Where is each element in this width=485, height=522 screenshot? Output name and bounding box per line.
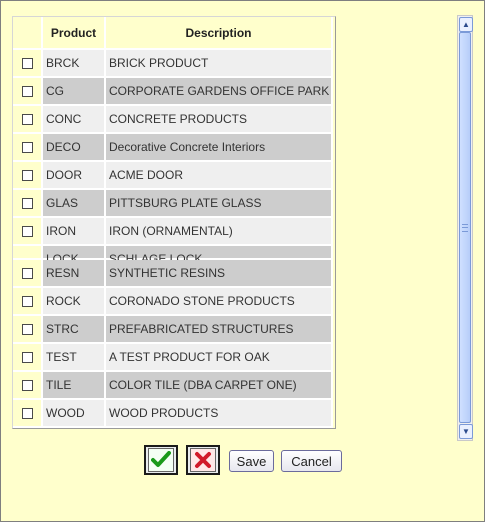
table-row[interactable]: DECO Decorative Concrete Interiors [13,134,335,162]
product-code: BRCK [43,50,106,78]
row-checkbox[interactable] [21,323,33,335]
row-checkbox[interactable] [21,267,33,279]
table-row[interactable]: IRON IRON (ORNAMENTAL) [13,218,335,246]
product-description: ACME DOOR [106,162,333,190]
row-checkbox-cell [13,316,43,344]
scrollbar-thumb[interactable] [459,32,471,423]
scroll-up-icon[interactable]: ▲ [459,17,473,32]
product-description: COLOR TILE (DBA CARPET ONE) [106,372,333,400]
product-description: A TEST PRODUCT FOR OAK [106,344,333,372]
table-row[interactable]: CONC CONCRETE PRODUCTS [13,106,335,134]
product-description: Decorative Concrete Interiors [106,134,333,162]
row-checkbox-cell [13,400,43,428]
row-checkbox[interactable] [21,295,33,307]
row-checkbox[interactable] [21,225,33,237]
row-checkbox[interactable] [21,57,33,69]
product-code: RESN [43,260,106,288]
row-checkbox[interactable] [21,169,33,181]
table-header: Product Description [13,17,335,50]
product-table: Product Description BRCK BRICK PRODUCT C… [12,16,336,429]
row-checkbox-cell [13,218,43,246]
row-checkbox[interactable] [21,197,33,209]
row-checkbox-cell [13,78,43,106]
reject-button[interactable] [186,445,220,475]
row-checkbox-cell [13,344,43,372]
product-description: IRON (ORNAMENTAL) [106,218,333,246]
product-description: BRICK PRODUCT [106,50,333,78]
grip-icon [462,223,468,232]
row-checkbox-cell [13,190,43,218]
product-description: SYNTHETIC RESINS [106,260,333,288]
product-code: LOCK [43,246,106,260]
row-checkbox-cell [13,372,43,400]
row-checkbox-cell [13,50,43,78]
x-icon [190,448,216,472]
header-select [13,17,43,50]
row-checkbox-cell [13,162,43,190]
product-code: CONC [43,106,106,134]
product-description: CORPORATE GARDENS OFFICE PARK [106,78,333,106]
header-product[interactable]: Product [43,17,106,50]
table-row[interactable]: LOCK SCHLAGE LOCK [13,246,335,260]
row-checkbox[interactable] [21,351,33,363]
table-row[interactable]: ROCK CORONADO STONE PRODUCTS [13,288,335,316]
row-checkbox[interactable] [21,379,33,391]
product-description: PREFABRICATED STRUCTURES [106,316,333,344]
row-checkbox[interactable] [21,113,33,125]
row-checkbox-cell [13,260,43,288]
save-button[interactable]: Save [229,450,274,472]
product-code: ROCK [43,288,106,316]
checkmark-icon [148,448,174,472]
row-checkbox[interactable] [21,85,33,97]
row-checkbox-cell [13,106,43,134]
product-code: IRON [43,218,106,246]
table-row[interactable]: BRCK BRICK PRODUCT [13,50,335,78]
product-code: GLAS [43,190,106,218]
row-checkbox[interactable] [21,407,33,419]
row-checkbox-cell [13,246,43,260]
product-description: CORONADO STONE PRODUCTS [106,288,333,316]
confirm-button[interactable] [144,445,178,475]
table-row[interactable]: WOOD WOOD PRODUCTS [13,400,335,428]
table-row[interactable]: TILE COLOR TILE (DBA CARPET ONE) [13,372,335,400]
product-code: TEST [43,344,106,372]
product-code: TILE [43,372,106,400]
table-row[interactable]: CG CORPORATE GARDENS OFFICE PARK [13,78,335,106]
product-description: SCHLAGE LOCK [106,246,333,260]
row-checkbox-cell [13,134,43,162]
product-code: DECO [43,134,106,162]
product-description: PITTSBURG PLATE GLASS [106,190,333,218]
cancel-button[interactable]: Cancel [281,450,342,472]
table-row[interactable]: DOOR ACME DOOR [13,162,335,190]
product-description: WOOD PRODUCTS [106,400,333,428]
scroll-down-icon[interactable]: ▼ [459,424,473,439]
product-code: DOOR [43,162,106,190]
vertical-scrollbar[interactable]: ▲ ▼ [457,15,473,441]
product-description: CONCRETE PRODUCTS [106,106,333,134]
table-row[interactable]: TEST A TEST PRODUCT FOR OAK [13,344,335,372]
product-code: CG [43,78,106,106]
table-row[interactable]: GLAS PITTSBURG PLATE GLASS [13,190,335,218]
product-code: STRC [43,316,106,344]
table-row[interactable]: RESN SYNTHETIC RESINS [13,260,335,288]
header-description[interactable]: Description [106,17,333,50]
product-code: WOOD [43,400,106,428]
row-checkbox-cell [13,288,43,316]
table-row[interactable]: STRC PREFABRICATED STRUCTURES [13,316,335,344]
row-checkbox[interactable] [21,141,33,153]
